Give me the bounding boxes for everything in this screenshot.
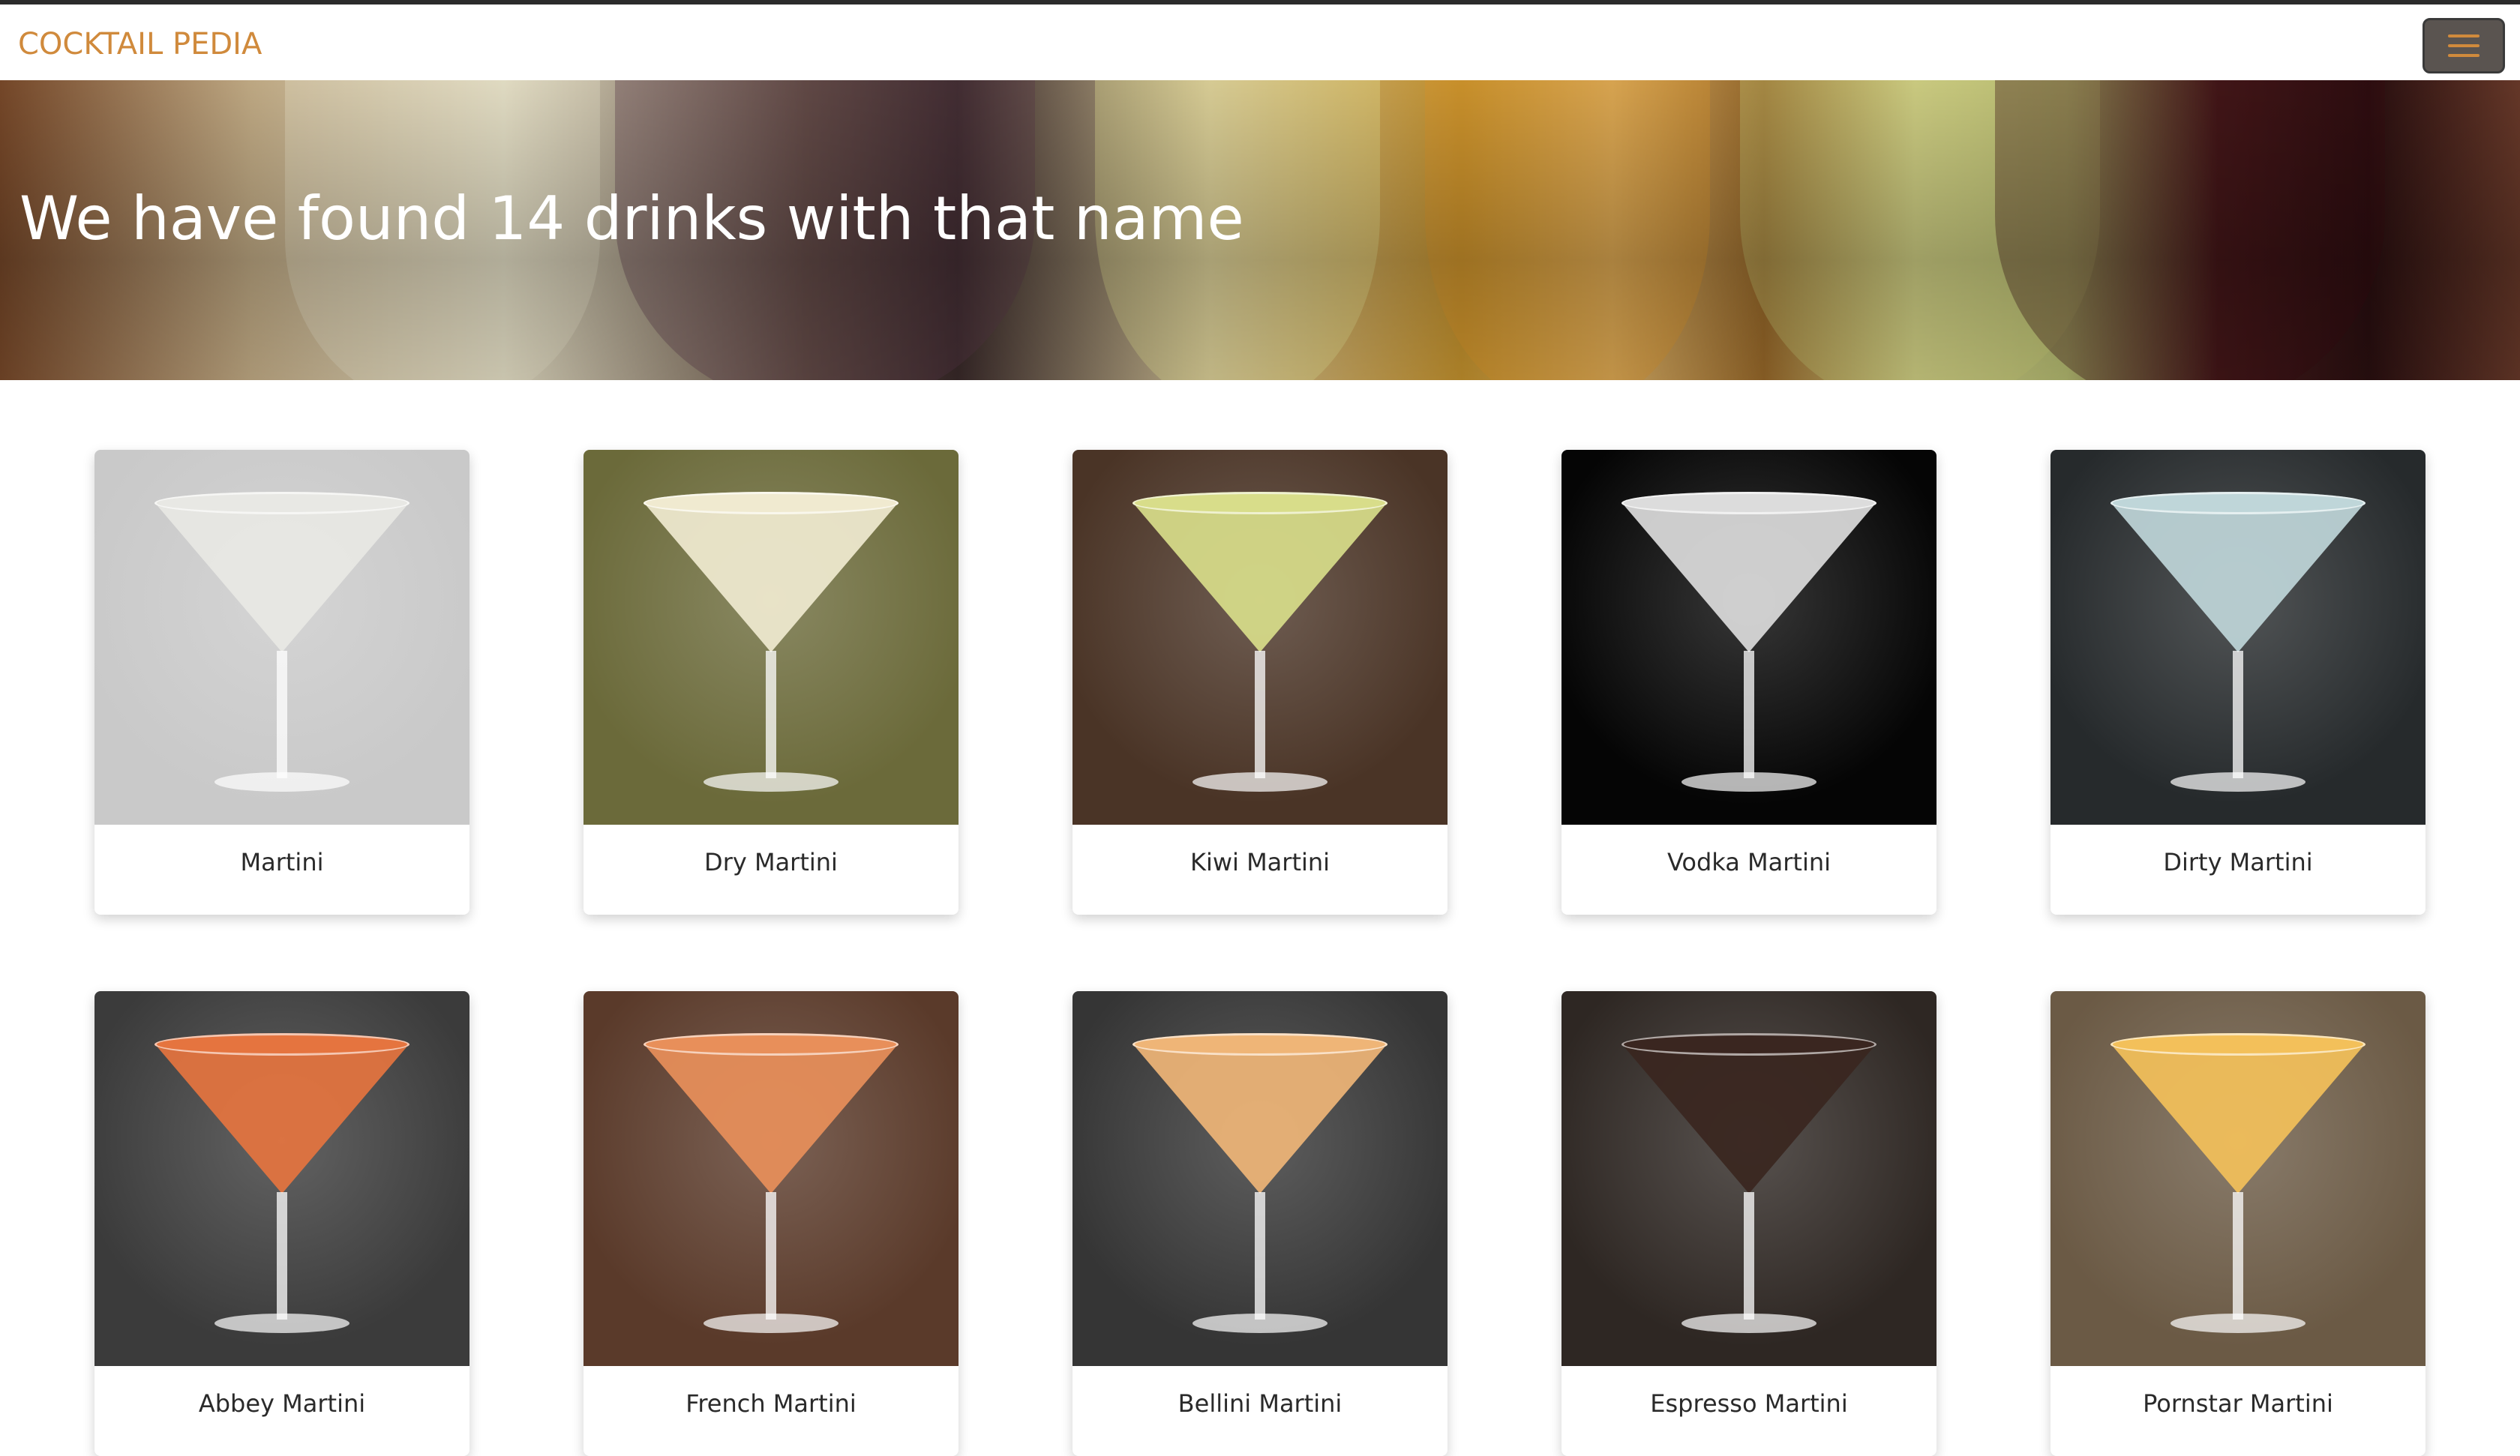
drink-name[interactable]: French Martini	[584, 1366, 958, 1441]
drink-name[interactable]: Dry Martini	[584, 825, 958, 900]
drink-card[interactable]: Martini	[94, 450, 470, 915]
drink-card[interactable]: Vodka Martini	[1562, 450, 1936, 915]
drink-name[interactable]: Espresso Martini	[1562, 1366, 1936, 1441]
drink-card[interactable]: Kiwi Martini	[1072, 450, 1448, 915]
drink-card[interactable]: Espresso Martini	[1562, 991, 1936, 1456]
drink-image[interactable]	[584, 450, 958, 825]
menu-toggle-button[interactable]	[2422, 18, 2505, 73]
drink-card[interactable]: Dry Martini	[584, 450, 958, 915]
drink-image[interactable]	[2050, 991, 2426, 1366]
drink-image[interactable]	[1562, 450, 1936, 825]
hero-banner: We have found 14 drinks with that name	[0, 80, 2520, 380]
drink-image[interactable]	[1072, 450, 1448, 825]
drink-name[interactable]: Kiwi Martini	[1072, 825, 1448, 900]
brand-logo[interactable]: COCKTAIL PEDIA	[18, 27, 262, 61]
drink-image[interactable]	[1562, 991, 1936, 1366]
navbar: COCKTAIL PEDIA	[0, 4, 2520, 80]
drink-name[interactable]: Abbey Martini	[94, 1366, 470, 1441]
drink-image[interactable]	[94, 450, 470, 825]
drink-card[interactable]: Abbey Martini	[94, 991, 470, 1456]
drink-card[interactable]: Bellini Martini	[1072, 991, 1448, 1456]
drink-name[interactable]: Bellini Martini	[1072, 1366, 1448, 1441]
drink-name[interactable]: Pornstar Martini	[2050, 1366, 2426, 1441]
drink-image[interactable]	[2050, 450, 2426, 825]
drink-image[interactable]	[1072, 991, 1448, 1366]
drink-name[interactable]: Vodka Martini	[1562, 825, 1936, 900]
drink-name[interactable]: Martini	[94, 825, 470, 900]
drink-card[interactable]: Dirty Martini	[2050, 450, 2426, 915]
drink-image[interactable]	[94, 991, 470, 1366]
results-heading: We have found 14 drinks with that name	[20, 184, 1244, 253]
drink-image[interactable]	[584, 991, 958, 1366]
drink-name[interactable]: Dirty Martini	[2050, 825, 2426, 900]
hamburger-menu-icon	[2448, 34, 2480, 57]
drink-card[interactable]: French Martini	[584, 991, 958, 1456]
drink-card[interactable]: Pornstar Martini	[2050, 991, 2426, 1456]
